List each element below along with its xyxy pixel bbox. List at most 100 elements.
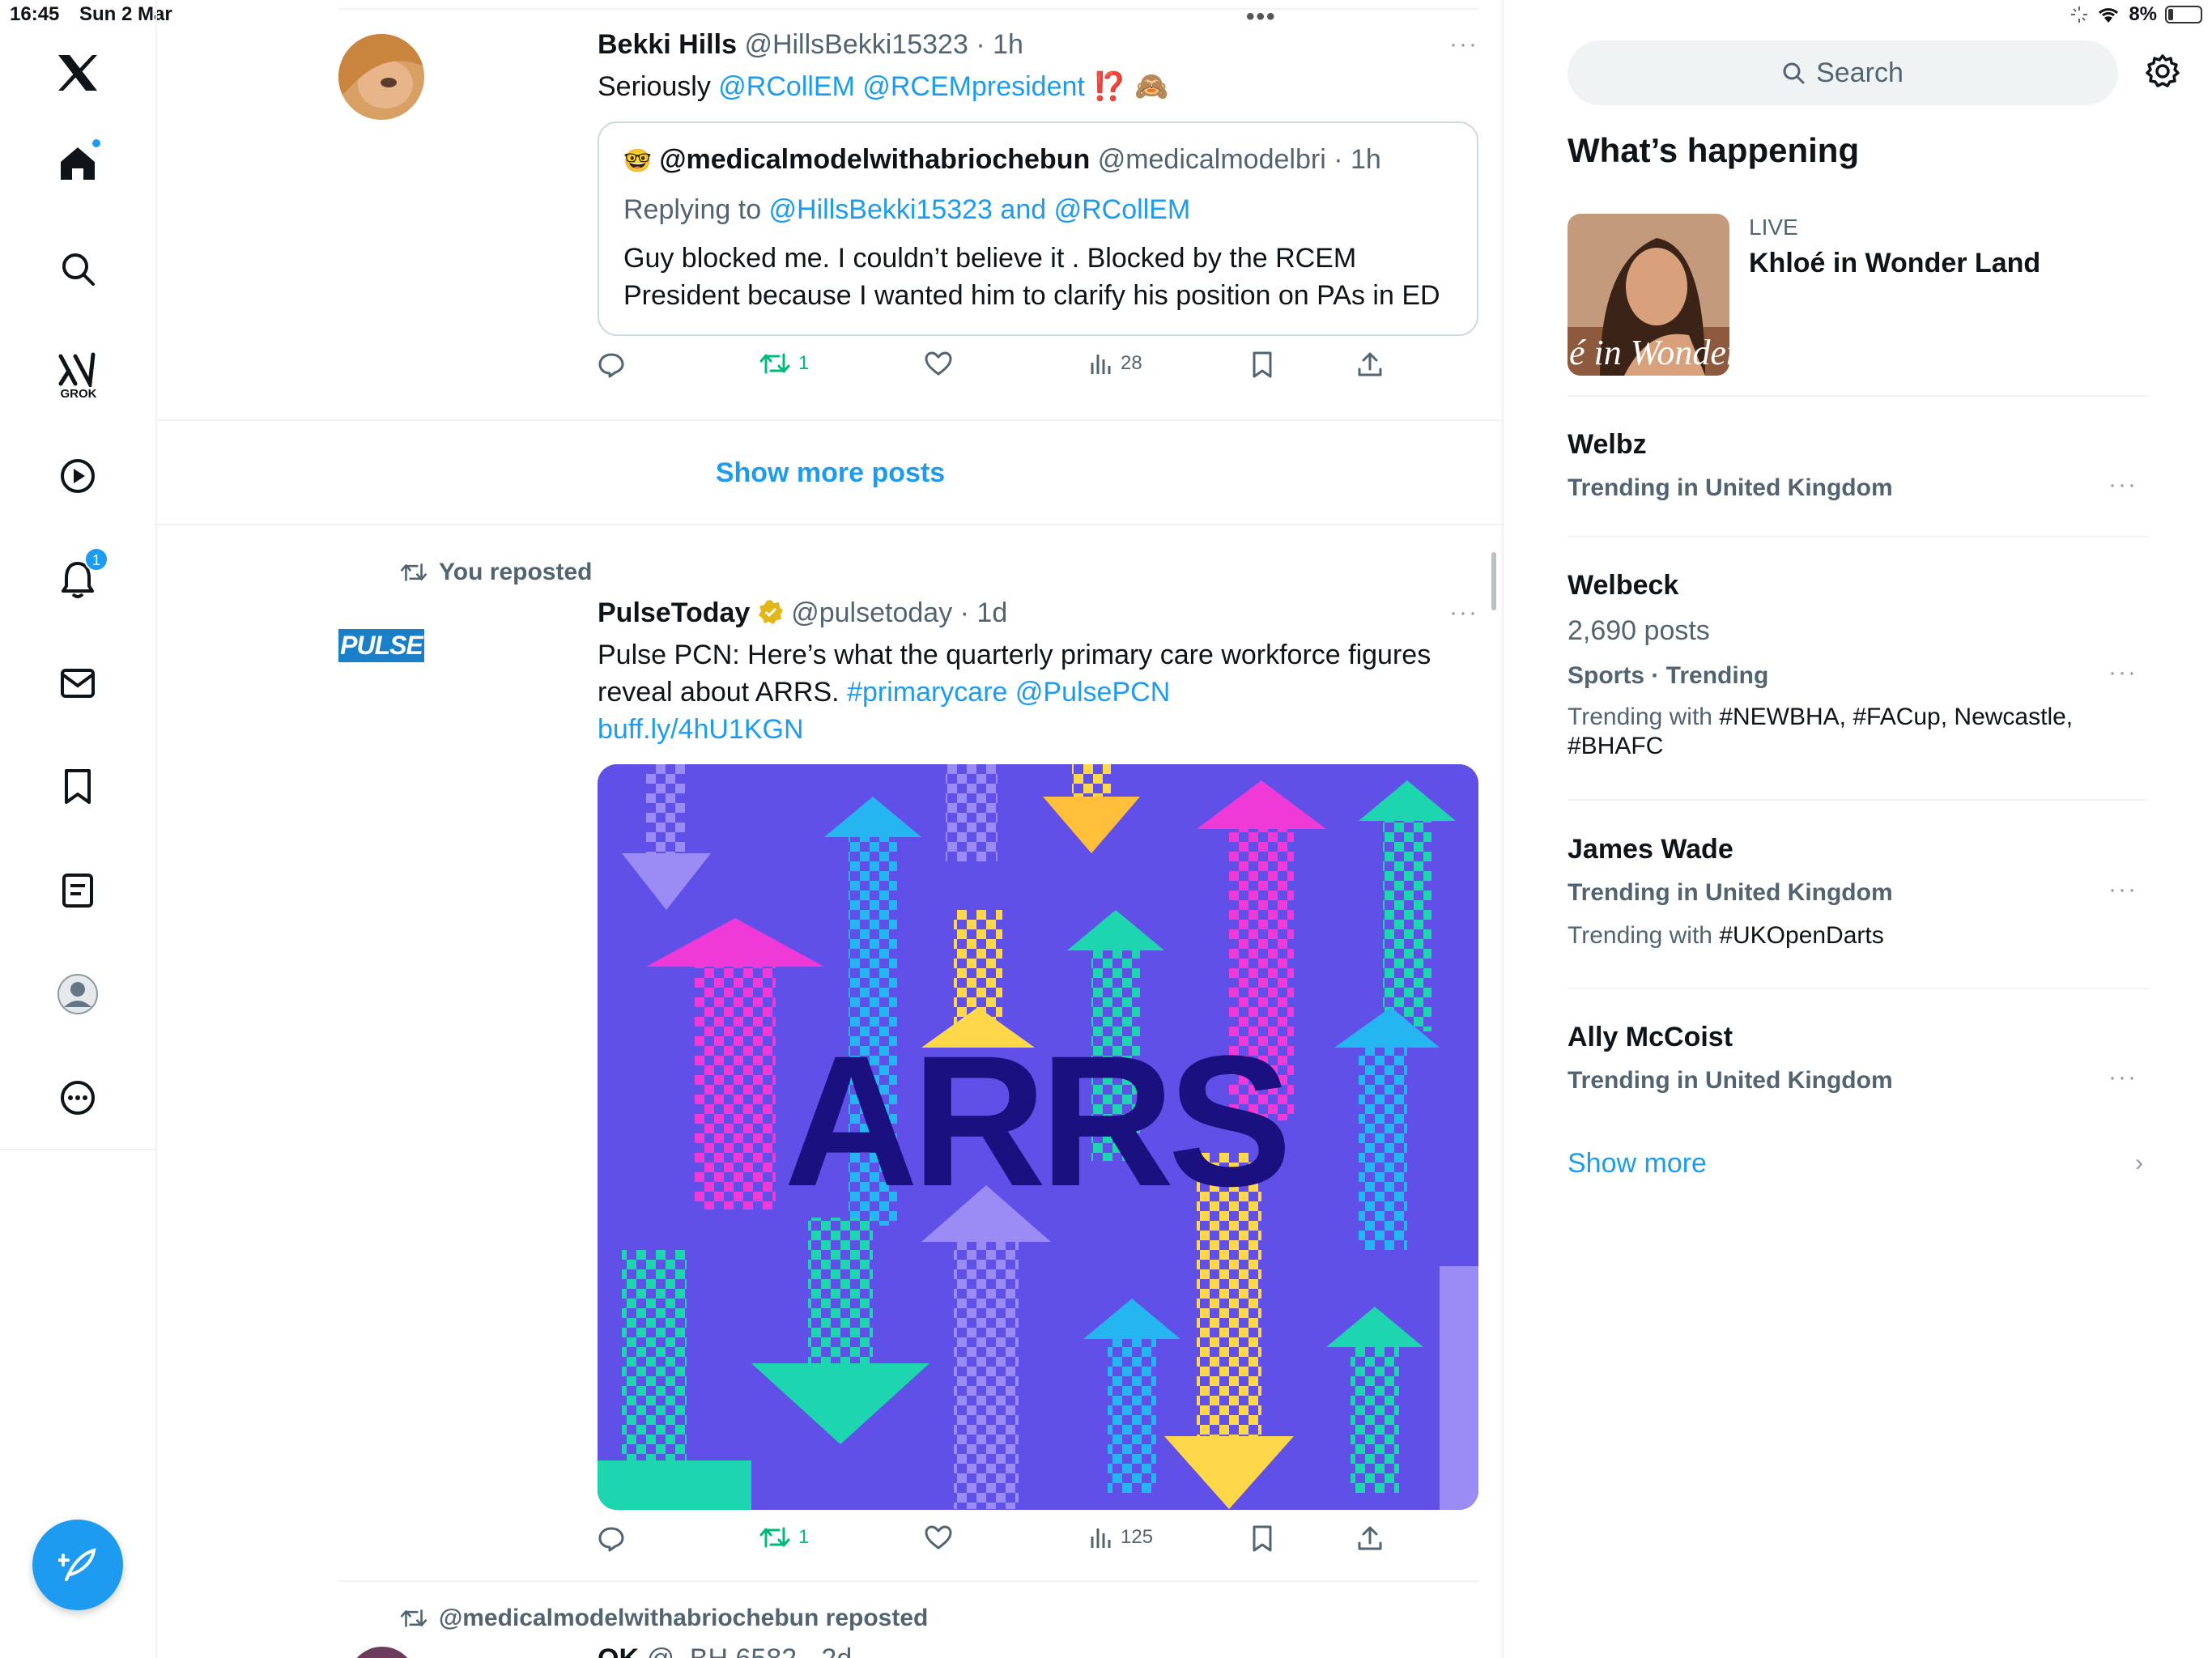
repost-label-text: You reposted bbox=[439, 559, 593, 585]
trend-divider bbox=[1568, 988, 2149, 989]
quote-text: Guy blocked me. I couldn’t believe it . … bbox=[623, 243, 1440, 311]
tweet-link[interactable]: buff.ly/4hU1KGN bbox=[598, 711, 1478, 748]
live-thumbnail[interactable]: é in Wonder L bbox=[1568, 214, 1729, 376]
trend-name: Welbz bbox=[1568, 429, 1647, 460]
trend-name: Welbeck bbox=[1568, 570, 1679, 601]
retweet-button[interactable]: 1 bbox=[759, 1525, 809, 1550]
trend-with-prefix: Trending with bbox=[1568, 704, 1720, 730]
search-input[interactable]: Search bbox=[1568, 40, 2118, 105]
search-icon bbox=[1783, 62, 1805, 84]
views-count: 28 bbox=[1121, 352, 1142, 374]
bookmark-button[interactable] bbox=[1252, 351, 1273, 379]
quoted-tweet[interactable]: 🤓 @medicalmodelwithabriochebun @medicalm… bbox=[598, 121, 1478, 336]
quote-author-name[interactable]: @medicalmodelwithabriochebun bbox=[659, 144, 1090, 175]
avatar[interactable]: PULSE bbox=[338, 602, 424, 688]
reply-icon bbox=[598, 353, 624, 378]
video-icon[interactable] bbox=[42, 440, 113, 512]
views-icon bbox=[1091, 355, 1111, 374]
replying-to-links[interactable]: @HillsBekki15323 and @RCollEM bbox=[769, 194, 1191, 225]
trend-more-icon[interactable]: ··· bbox=[2108, 659, 2138, 687]
reply-button[interactable] bbox=[598, 351, 625, 379]
show-more-link[interactable]: Show more bbox=[1568, 1148, 1707, 1180]
trend-meta: Trending in United Kingdom bbox=[1568, 879, 1893, 906]
repost-label: @medicalmodelwithabriochebun reposted bbox=[400, 1605, 928, 1632]
tweet-text: Pulse PCN: Here’s what the quarterly pri… bbox=[598, 636, 1478, 748]
quote-avatar-emoji: 🤓 bbox=[623, 148, 652, 173]
author-name[interactable]: PulseToday bbox=[598, 597, 750, 628]
live-label: LIVE bbox=[1749, 215, 1798, 240]
live-title[interactable]: Khloé in Wonder Land bbox=[1749, 248, 2040, 279]
heart-icon bbox=[925, 351, 952, 376]
compose-button[interactable] bbox=[32, 1520, 123, 1610]
trend-divider bbox=[1568, 395, 2149, 397]
bookmark-icon[interactable] bbox=[42, 751, 113, 823]
quote-header: 🤓 @medicalmodelwithabriochebun @medicalm… bbox=[623, 144, 1381, 176]
author-name[interactable]: Bekki Hills bbox=[598, 29, 737, 60]
reply-icon bbox=[598, 1527, 624, 1552]
settings-gear-icon[interactable] bbox=[2145, 53, 2180, 93]
reply-button[interactable] bbox=[598, 1525, 625, 1553]
tweet-time[interactable]: · 1h bbox=[976, 29, 1023, 60]
tweet-more-icon[interactable]: ··· bbox=[1449, 31, 1478, 58]
tweet-more-icon[interactable]: ··· bbox=[1449, 599, 1478, 627]
tweet-header: Bekki Hills @HillsBekki15323 · 1h bbox=[598, 29, 1023, 61]
trend-meta: Trending in United Kingdom bbox=[1568, 474, 1893, 501]
trend-more-icon[interactable]: ··· bbox=[2108, 1064, 2138, 1091]
quote-time: · 1h bbox=[1334, 144, 1381, 175]
author-handle[interactable]: @HillsBekki15323 bbox=[744, 29, 968, 60]
views-button[interactable]: 125 bbox=[1090, 1525, 1153, 1550]
retweet-icon bbox=[400, 1609, 428, 1627]
home-icon[interactable] bbox=[42, 128, 113, 199]
trend-meta: Trending in United Kingdom bbox=[1568, 1067, 1893, 1094]
quote-author-handle[interactable]: @medicalmodelbri bbox=[1098, 144, 1326, 175]
views-button[interactable]: 28 bbox=[1090, 351, 1142, 376]
live-thumb-text: é in Wonder L bbox=[1569, 333, 1729, 372]
tweet-text-line1: Pulse PCN: Here’s what the quarterly pri… bbox=[598, 640, 1431, 670]
trend-with: Trending with #NEWBHA, #FACup, Newcastle… bbox=[1568, 703, 2134, 761]
bell-icon[interactable]: 1 bbox=[42, 544, 113, 615]
replying-prefix: Replying to bbox=[623, 194, 769, 225]
avatar[interactable] bbox=[338, 34, 424, 120]
show-more-posts-button[interactable]: Show more posts bbox=[157, 421, 1504, 525]
tweet-actions: 1 125 bbox=[598, 1522, 1391, 1561]
retweet-button[interactable]: 1 bbox=[759, 351, 809, 376]
tweet-text-line2: reveal about ARRS. bbox=[598, 677, 848, 708]
scrollbar[interactable] bbox=[1491, 552, 1496, 610]
tweet-media-image[interactable]: ARRS bbox=[598, 764, 1478, 1510]
author-handle[interactable]: @_BH 6582 · 2d bbox=[646, 1643, 852, 1658]
search-icon[interactable] bbox=[42, 233, 113, 304]
like-button[interactable] bbox=[925, 1525, 952, 1550]
trend-more-icon[interactable]: ··· bbox=[2108, 876, 2138, 903]
tweet-hashtags[interactable]: #primarycare @PulsePCN bbox=[847, 677, 1170, 708]
lists-icon[interactable] bbox=[42, 855, 113, 926]
repost-label-text: @medicalmodelwithabriochebun reposted bbox=[439, 1605, 929, 1631]
author-name[interactable]: OK bbox=[598, 1643, 639, 1658]
tweet-emoji: ⁉️ 🙈 bbox=[1092, 71, 1169, 102]
retweet-count: 1 bbox=[798, 1526, 810, 1548]
chevron-right-icon[interactable]: › bbox=[2135, 1150, 2143, 1177]
profile-icon[interactable] bbox=[42, 959, 113, 1030]
author-handle[interactable]: @pulsetoday bbox=[791, 597, 952, 628]
trend-name: James Wade bbox=[1568, 834, 1733, 865]
x-logo-icon[interactable] bbox=[42, 37, 113, 108]
more-icon[interactable] bbox=[42, 1062, 113, 1133]
avatar[interactable] bbox=[348, 1647, 416, 1658]
trend-with-prefix: Trending with bbox=[1568, 922, 1720, 949]
bookmark-action-icon bbox=[1253, 1525, 1272, 1552]
trend-more-icon[interactable]: ··· bbox=[2108, 471, 2138, 499]
views-count: 125 bbox=[1121, 1526, 1154, 1548]
bookmark-button[interactable] bbox=[1252, 1525, 1273, 1553]
feed-divider bbox=[157, 524, 1504, 525]
trend-with-tags[interactable]: #UKOpenDarts bbox=[1719, 922, 1883, 949]
retweet-icon bbox=[759, 1527, 790, 1548]
share-button[interactable] bbox=[1357, 1525, 1383, 1551]
like-button[interactable] bbox=[925, 351, 952, 376]
share-button[interactable] bbox=[1357, 351, 1383, 377]
tweet-mentions[interactable]: @RCollEM @RCEMpresident bbox=[718, 71, 1085, 102]
tweet-time[interactable]: · 1d bbox=[960, 597, 1008, 628]
mail-icon[interactable] bbox=[42, 648, 113, 719]
feed-divider bbox=[338, 1580, 1478, 1582]
retweet-count: 1 bbox=[798, 352, 810, 374]
views-icon bbox=[1091, 1528, 1111, 1548]
tweet-actions: 1 28 bbox=[598, 348, 1391, 387]
